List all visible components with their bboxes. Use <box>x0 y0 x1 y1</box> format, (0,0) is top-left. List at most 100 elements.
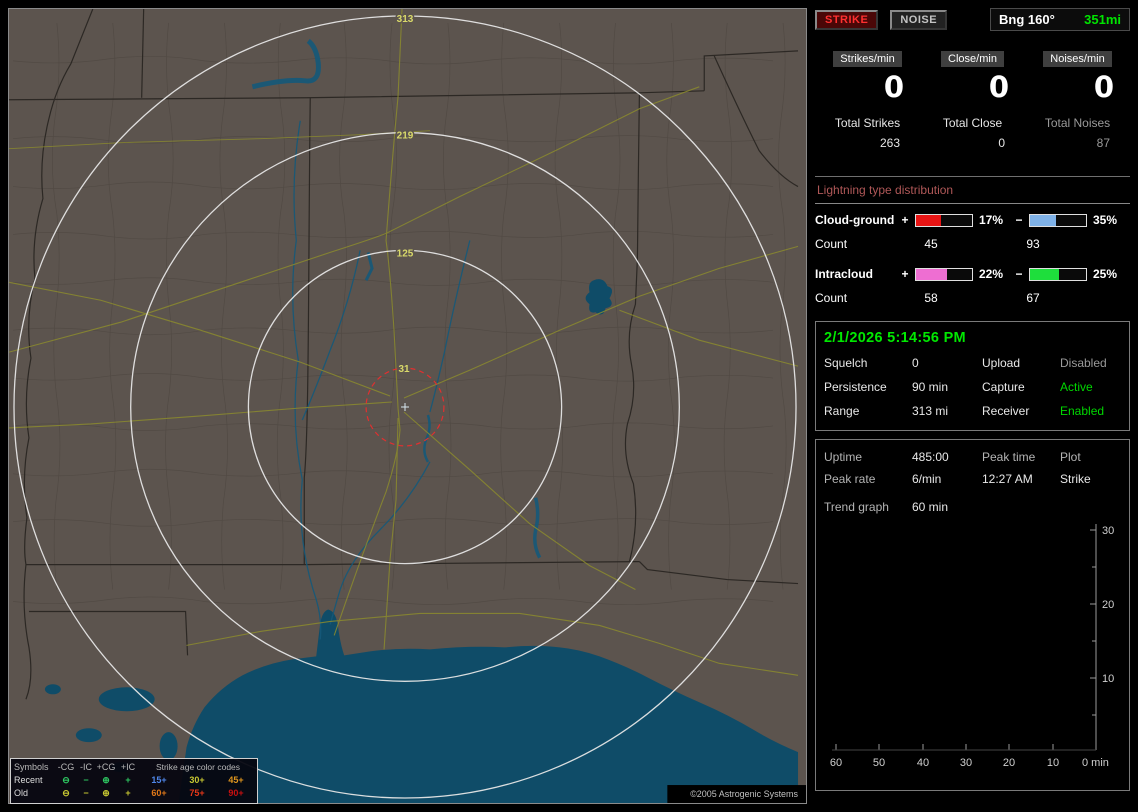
plus-bar-fill <box>916 214 942 226</box>
range-ring-label: 219 <box>397 131 414 142</box>
status-box: 2/1/2026 5:14:56 PM Squelch 0 Upload Dis… <box>815 321 1130 431</box>
plus-sign: + <box>901 267 909 281</box>
bearing-distance: 351mi <box>1084 12 1121 27</box>
rate-counters: Strikes/min 0 Close/min 0 Noises/min 0 <box>815 51 1130 104</box>
x-tick-label: 30 <box>960 757 972 769</box>
strikes-per-min-value: 0 <box>883 70 904 104</box>
trend-row: Trend graph 60 min <box>824 500 1121 514</box>
plus-count: 45 <box>924 237 938 251</box>
squelch-value: 0 <box>912 356 919 370</box>
count-row: Count 45 93 <box>815 237 1130 251</box>
total-close-label: Total Close <box>942 116 1003 130</box>
cg-plus-symbol: ⊕ <box>102 788 110 798</box>
minus-percent: 35% <box>1093 213 1118 227</box>
legend-age-header: Strike age color codes <box>155 762 241 772</box>
range-label: Range <box>824 404 860 418</box>
distribution-type-label: Intracloud <box>815 267 874 281</box>
capture-label: Capture <box>982 380 1025 394</box>
x-tick-label: 10 <box>1047 757 1059 769</box>
plus-bar <box>915 213 973 227</box>
trend-graph-label: Trend graph <box>824 500 889 514</box>
side-panel: STRIKE NOISE Bng 160° 351mi Strikes/min … <box>815 8 1130 804</box>
receiver-label: Receiver <box>982 404 1030 418</box>
minus-bar <box>1029 267 1087 281</box>
count-label: Count <box>815 291 848 305</box>
map-svg: 313 219 125 31 ©2005 Astrogenic Systems <box>9 9 806 803</box>
noise-mode-button[interactable]: NOISE <box>890 9 948 30</box>
peak-rate-label: Peak rate <box>824 472 876 486</box>
distribution-row-intracloud: Intracloud + 22% − 25% <box>815 267 1130 281</box>
ic-minus-symbol: − <box>83 788 89 798</box>
total-noises-value: 87 <box>1096 136 1110 150</box>
y-tick-label: 30 <box>1102 525 1114 537</box>
legend-col-header: -CG <box>57 762 75 772</box>
distribution-type-label: Cloud-ground <box>815 213 895 227</box>
legend-col-header: +CG <box>96 762 116 772</box>
uptime-label: Uptime <box>824 450 863 464</box>
distribution-title: Lightning type distribution <box>815 177 1130 204</box>
range-ring-label: 31 <box>398 364 410 375</box>
count-row: Count 58 67 <box>815 291 1130 305</box>
upload-value: Disabled <box>1060 356 1107 370</box>
legend-symbols-header: Symbols <box>14 762 49 772</box>
total-close-value: 0 <box>998 136 1005 150</box>
bearing-label: Bng 160° <box>999 12 1055 27</box>
cg-minus-symbol: ⊖ <box>62 788 70 798</box>
stats-box: Uptime 485:00 Peak time Plot Peak rate 6… <box>815 439 1130 791</box>
total-strikes-label: Total Strikes <box>834 116 901 130</box>
cg-minus-symbol: ⊖ <box>62 775 70 785</box>
x-tick-label: 50 <box>873 757 885 769</box>
strike-mode-button[interactable]: STRIKE <box>815 9 879 30</box>
close-per-min: Close/min 0 <box>920 51 1025 104</box>
distribution-row-cloud-ground: Cloud-ground + 17% − 35% <box>815 213 1130 227</box>
age-code: 90+ <box>228 788 244 798</box>
total-noises: Total Noises 87 <box>1025 116 1130 150</box>
range-ring-label: 313 <box>397 14 414 25</box>
range-ring-label: 125 <box>397 248 414 259</box>
x-axis-end-label: 0 min <box>1082 757 1109 769</box>
x-tick-label: 40 <box>917 757 929 769</box>
persistence-label: Persistence <box>824 380 887 394</box>
legend-row-label: Old <box>14 788 29 798</box>
close-per-min-value: 0 <box>988 70 1009 104</box>
peak-time-value: 12:27 AM <box>982 472 1033 486</box>
ic-minus-symbol: − <box>83 775 89 785</box>
persistence-value: 90 min <box>912 380 949 394</box>
legend-col-header: +IC <box>120 762 136 772</box>
plus-percent: 22% <box>979 267 1004 281</box>
ic-plus-symbol: + <box>125 788 131 798</box>
cg-plus-symbol: ⊕ <box>102 775 110 785</box>
y-tick-label: 10 <box>1102 673 1114 685</box>
age-code: 45+ <box>228 775 244 785</box>
noises-per-min: Noises/min 0 <box>1025 51 1130 104</box>
map-canvas[interactable]: 313 219 125 31 ©2005 Astrogenic Systems <box>8 8 807 804</box>
minus-sign: − <box>1015 267 1023 281</box>
uptime-value: 485:00 <box>912 450 949 464</box>
upload-label: Upload <box>982 356 1021 370</box>
total-strikes-value: 263 <box>879 136 900 150</box>
x-tick-label: 20 <box>1003 757 1015 769</box>
total-close: Total Close 0 <box>920 116 1025 150</box>
status-row: Squelch 0 Upload Disabled <box>824 356 1121 370</box>
peak-time-label: Peak time <box>982 450 1036 464</box>
squelch-label: Squelch <box>824 356 868 370</box>
minus-count: 93 <box>1026 237 1040 251</box>
strikes-per-min: Strikes/min 0 <box>815 51 920 104</box>
plot-label: Plot <box>1060 450 1081 464</box>
age-code: 60+ <box>151 788 167 798</box>
minus-count: 67 <box>1026 291 1040 305</box>
trend-graph-value: 60 min <box>912 500 949 514</box>
datetime: 2/1/2026 5:14:56 PM <box>824 330 966 346</box>
minus-percent: 25% <box>1093 267 1118 281</box>
plus-count: 58 <box>924 291 938 305</box>
peak-rate-value: 6/min <box>912 472 942 486</box>
minus-sign: − <box>1015 213 1023 227</box>
age-code: 30+ <box>189 775 205 785</box>
age-code: 75+ <box>189 788 205 798</box>
noises-per-min-label: Noises/min <box>1043 51 1112 67</box>
trend-graph: 30 20 10 60 50 40 30 20 10 0 min <box>830 524 1114 769</box>
stats-row: Peak rate 6/min 12:27 AM Strike <box>824 472 1121 486</box>
total-strikes: Total Strikes 263 <box>815 116 920 150</box>
strikes-per-min-label: Strikes/min <box>833 51 902 67</box>
minus-bar-fill <box>1030 268 1059 280</box>
